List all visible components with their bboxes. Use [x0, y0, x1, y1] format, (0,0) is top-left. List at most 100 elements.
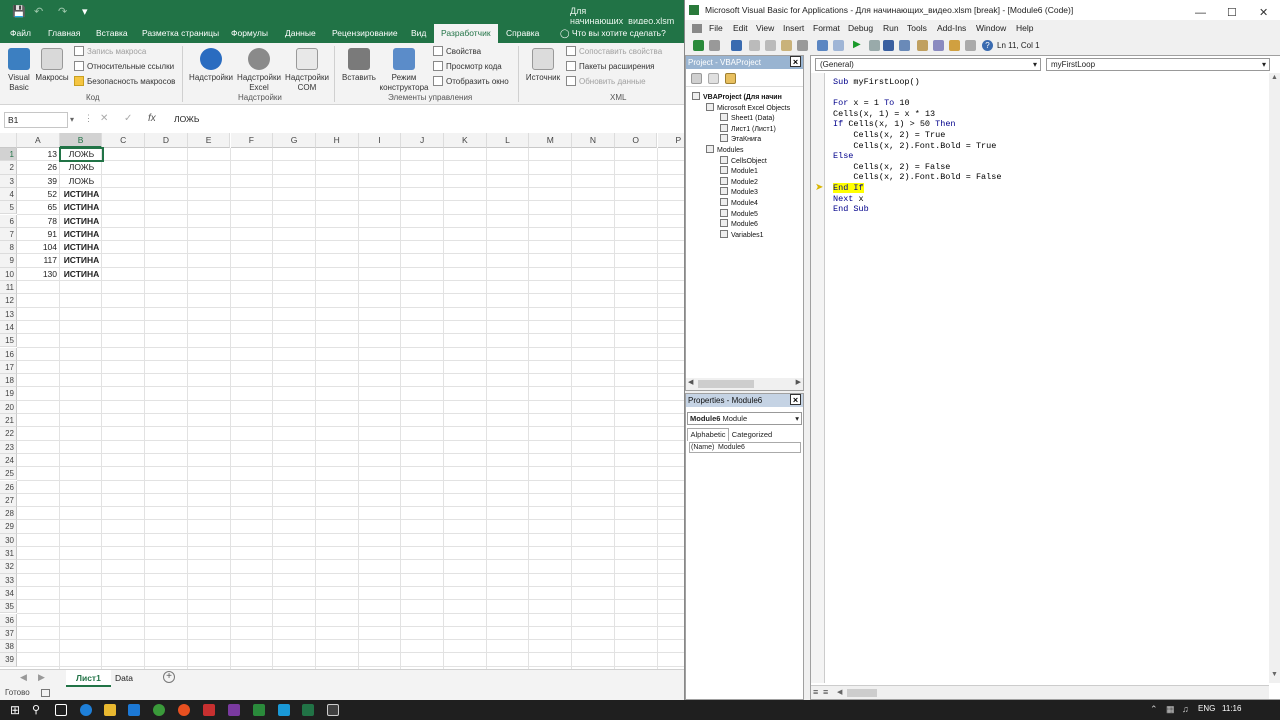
fx-icon[interactable]: fx: [148, 113, 156, 124]
row-header[interactable]: 37: [0, 626, 17, 641]
expansion-packs-button[interactable]: Пакеты расширения: [566, 60, 655, 74]
horizontal-scrollbar[interactable]: ◀ ▶: [686, 378, 803, 390]
design-mode-icon[interactable]: [899, 40, 910, 51]
tree-node[interactable]: Modules: [706, 145, 743, 155]
cell-b[interactable]: ИСТИНА: [60, 215, 103, 228]
row-header[interactable]: 12: [0, 294, 17, 308]
view-code-icon[interactable]: [691, 73, 702, 84]
cell-a[interactable]: 130: [17, 268, 60, 281]
full-module-view-icon[interactable]: ≡: [823, 687, 828, 697]
macro-security-button[interactable]: Безопасность макросов: [74, 75, 175, 89]
tab-categorized[interactable]: Categorized: [729, 429, 775, 441]
menu-addins[interactable]: Add-Ins: [937, 23, 966, 33]
column-header[interactable]: N: [572, 133, 615, 148]
cell-a[interactable]: 104: [17, 241, 60, 254]
formula-input[interactable]: ЛОЖЬ: [174, 114, 199, 124]
row-header[interactable]: 9: [0, 254, 17, 268]
row-header[interactable]: 38: [0, 640, 17, 654]
menu-edit[interactable]: Edit: [733, 23, 748, 33]
tree-node[interactable]: Лист1 (Лист1): [720, 123, 776, 134]
save-icon[interactable]: [731, 40, 742, 51]
xml-source-button[interactable]: Источник: [522, 48, 564, 83]
cancel-icon[interactable]: ✕: [100, 113, 108, 124]
scroll-left-icon[interactable]: ◀: [20, 672, 27, 683]
scroll-down-icon[interactable]: ▼: [1271, 671, 1278, 678]
file-explorer-icon[interactable]: [104, 704, 116, 716]
procedure-view-icon[interactable]: ≡: [813, 687, 818, 697]
cell-b[interactable]: ЛОЖЬ: [60, 175, 103, 188]
object-browser-icon[interactable]: [949, 40, 960, 51]
object-dropdown[interactable]: (General) ▾: [815, 58, 1041, 71]
tab-view[interactable]: Вид: [404, 24, 433, 43]
cut-icon[interactable]: [749, 40, 760, 51]
cell-a[interactable]: 26: [17, 161, 60, 174]
tab-alphabetic[interactable]: Alphabetic: [687, 428, 729, 441]
toolbox-icon[interactable]: [965, 40, 976, 51]
code-line[interactable]: Cells(x, 2) = False: [833, 162, 950, 173]
macros-button[interactable]: Макросы: [34, 48, 70, 83]
code-line[interactable]: End Sub: [833, 204, 869, 215]
cell-b[interactable]: ИСТИНА: [60, 228, 103, 241]
cell-b[interactable]: ИСТИНА: [60, 268, 103, 281]
tree-node[interactable]: Variables1: [720, 229, 764, 240]
find-icon[interactable]: [797, 40, 808, 51]
close-icon[interactable]: ×: [790, 394, 801, 405]
column-header[interactable]: L: [486, 133, 530, 148]
camtasia-icon[interactable]: [253, 704, 265, 716]
skype-icon[interactable]: [278, 704, 290, 716]
row-header[interactable]: 2: [0, 161, 17, 175]
row-header[interactable]: 22: [0, 427, 17, 441]
name-box[interactable]: B1: [4, 112, 68, 128]
row-header[interactable]: 24: [0, 453, 17, 468]
row-header[interactable]: 26: [0, 480, 17, 494]
code-line[interactable]: Else: [833, 151, 853, 162]
save-icon[interactable]: 💾: [12, 5, 26, 18]
menu-insert[interactable]: Insert: [783, 23, 804, 33]
cell-a[interactable]: 78: [17, 215, 60, 228]
code-line[interactable]: Cells(x, 1) = x * 13: [833, 109, 935, 120]
row-header[interactable]: 25: [0, 467, 17, 481]
cell-b[interactable]: ИСТИНА: [60, 241, 103, 254]
column-header[interactable]: C: [102, 133, 146, 148]
insert-module-icon[interactable]: [709, 40, 720, 51]
vba-taskbar-icon[interactable]: [327, 704, 339, 716]
cell-a[interactable]: 13: [17, 148, 60, 161]
toggle-folders-icon[interactable]: [725, 73, 736, 84]
menu-view[interactable]: View: [756, 23, 774, 33]
tree-node[interactable]: Sheet1 (Data): [720, 113, 775, 123]
object-selector[interactable]: Module6 Module ▾: [687, 412, 802, 425]
column-header[interactable]: H: [315, 133, 359, 148]
row-header[interactable]: 30: [0, 533, 17, 547]
code-line[interactable]: For x = 1 To 10: [833, 98, 910, 109]
language-indicator[interactable]: ENG: [1198, 704, 1215, 713]
tab-file[interactable]: Файл: [3, 24, 38, 43]
row-header[interactable]: 1: [0, 148, 17, 162]
qat-customize-icon[interactable]: ▾: [82, 5, 88, 18]
break-icon[interactable]: [869, 40, 880, 51]
volume-icon[interactable]: ♫: [1182, 704, 1189, 714]
row-header[interactable]: 33: [0, 573, 17, 587]
scroll-left-icon[interactable]: ◀: [837, 688, 842, 696]
tree-node[interactable]: Module5: [720, 208, 758, 219]
pdf-reader-icon[interactable]: [203, 704, 215, 716]
search-icon[interactable]: ⚲: [32, 703, 40, 716]
clock[interactable]: 11:16: [1222, 704, 1241, 713]
network-icon[interactable]: ▦: [1166, 704, 1175, 715]
cell-a[interactable]: 39: [17, 175, 60, 188]
row-header[interactable]: 21: [0, 414, 17, 428]
run-icon[interactable]: ▶: [853, 39, 861, 50]
addins-button[interactable]: Надстройки: [188, 48, 234, 83]
firefox-icon[interactable]: [178, 704, 190, 716]
tab-home[interactable]: Главная: [41, 24, 87, 43]
margin-indicator-bar[interactable]: [811, 73, 825, 683]
run-dialog-button[interactable]: Отобразить окно: [433, 75, 509, 89]
tab-formulas[interactable]: Формулы: [224, 24, 275, 43]
scroll-left-icon[interactable]: ◀: [688, 378, 693, 386]
relative-refs-button[interactable]: Относительные ссылки: [74, 60, 174, 74]
copy-icon[interactable]: [765, 40, 776, 51]
redo-icon[interactable]: ↷: [58, 5, 67, 18]
row-header[interactable]: 34: [0, 586, 17, 601]
tree-node[interactable]: VBAProject (Для начин: [692, 92, 782, 102]
cell-b[interactable]: ЛОЖЬ: [60, 161, 103, 174]
row-header[interactable]: 7: [0, 227, 17, 242]
